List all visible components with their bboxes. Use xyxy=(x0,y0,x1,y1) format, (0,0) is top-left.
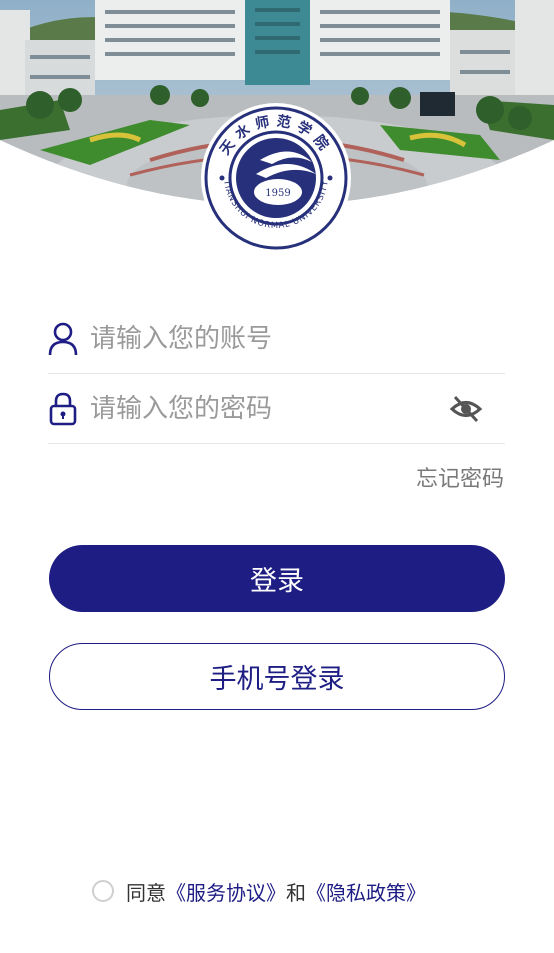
privacy-policy-link[interactable]: 《隐私政策》 xyxy=(306,877,426,906)
service-agreement-link[interactable]: 《服务协议》 xyxy=(166,877,286,906)
account-field[interactable]: 请输入您的账号 xyxy=(48,304,505,374)
agree-prefix: 同意 xyxy=(126,880,166,905)
password-field[interactable]: 请输入您的密码 xyxy=(48,374,505,444)
emblem-logo-icon: 天水师范学院 TIANSHUI NORMAL UNIVERSITY 1959 xyxy=(201,103,351,253)
eye-off-icon[interactable] xyxy=(449,392,483,426)
login-button[interactable]: 登录 xyxy=(49,545,505,612)
agree-conjunction: 和 xyxy=(286,880,306,905)
emblem-year: 1959 xyxy=(265,188,290,199)
lock-icon xyxy=(49,392,77,426)
university-emblem: 天水师范学院 TIANSHUI NORMAL UNIVERSITY 1959 xyxy=(200,102,352,254)
user-icon xyxy=(48,322,78,356)
forgot-password-link[interactable]: 忘记密码 xyxy=(416,466,504,494)
password-input-placeholder[interactable]: 请输入您的密码 xyxy=(90,394,272,424)
agreement-row: 同意 《服务协议》 和 《隐私政策》 xyxy=(92,876,426,906)
account-input-placeholder[interactable]: 请输入您的账号 xyxy=(90,324,272,354)
agree-radio[interactable] xyxy=(92,880,114,902)
phone-login-button[interactable]: 手机号登录 xyxy=(49,643,505,710)
